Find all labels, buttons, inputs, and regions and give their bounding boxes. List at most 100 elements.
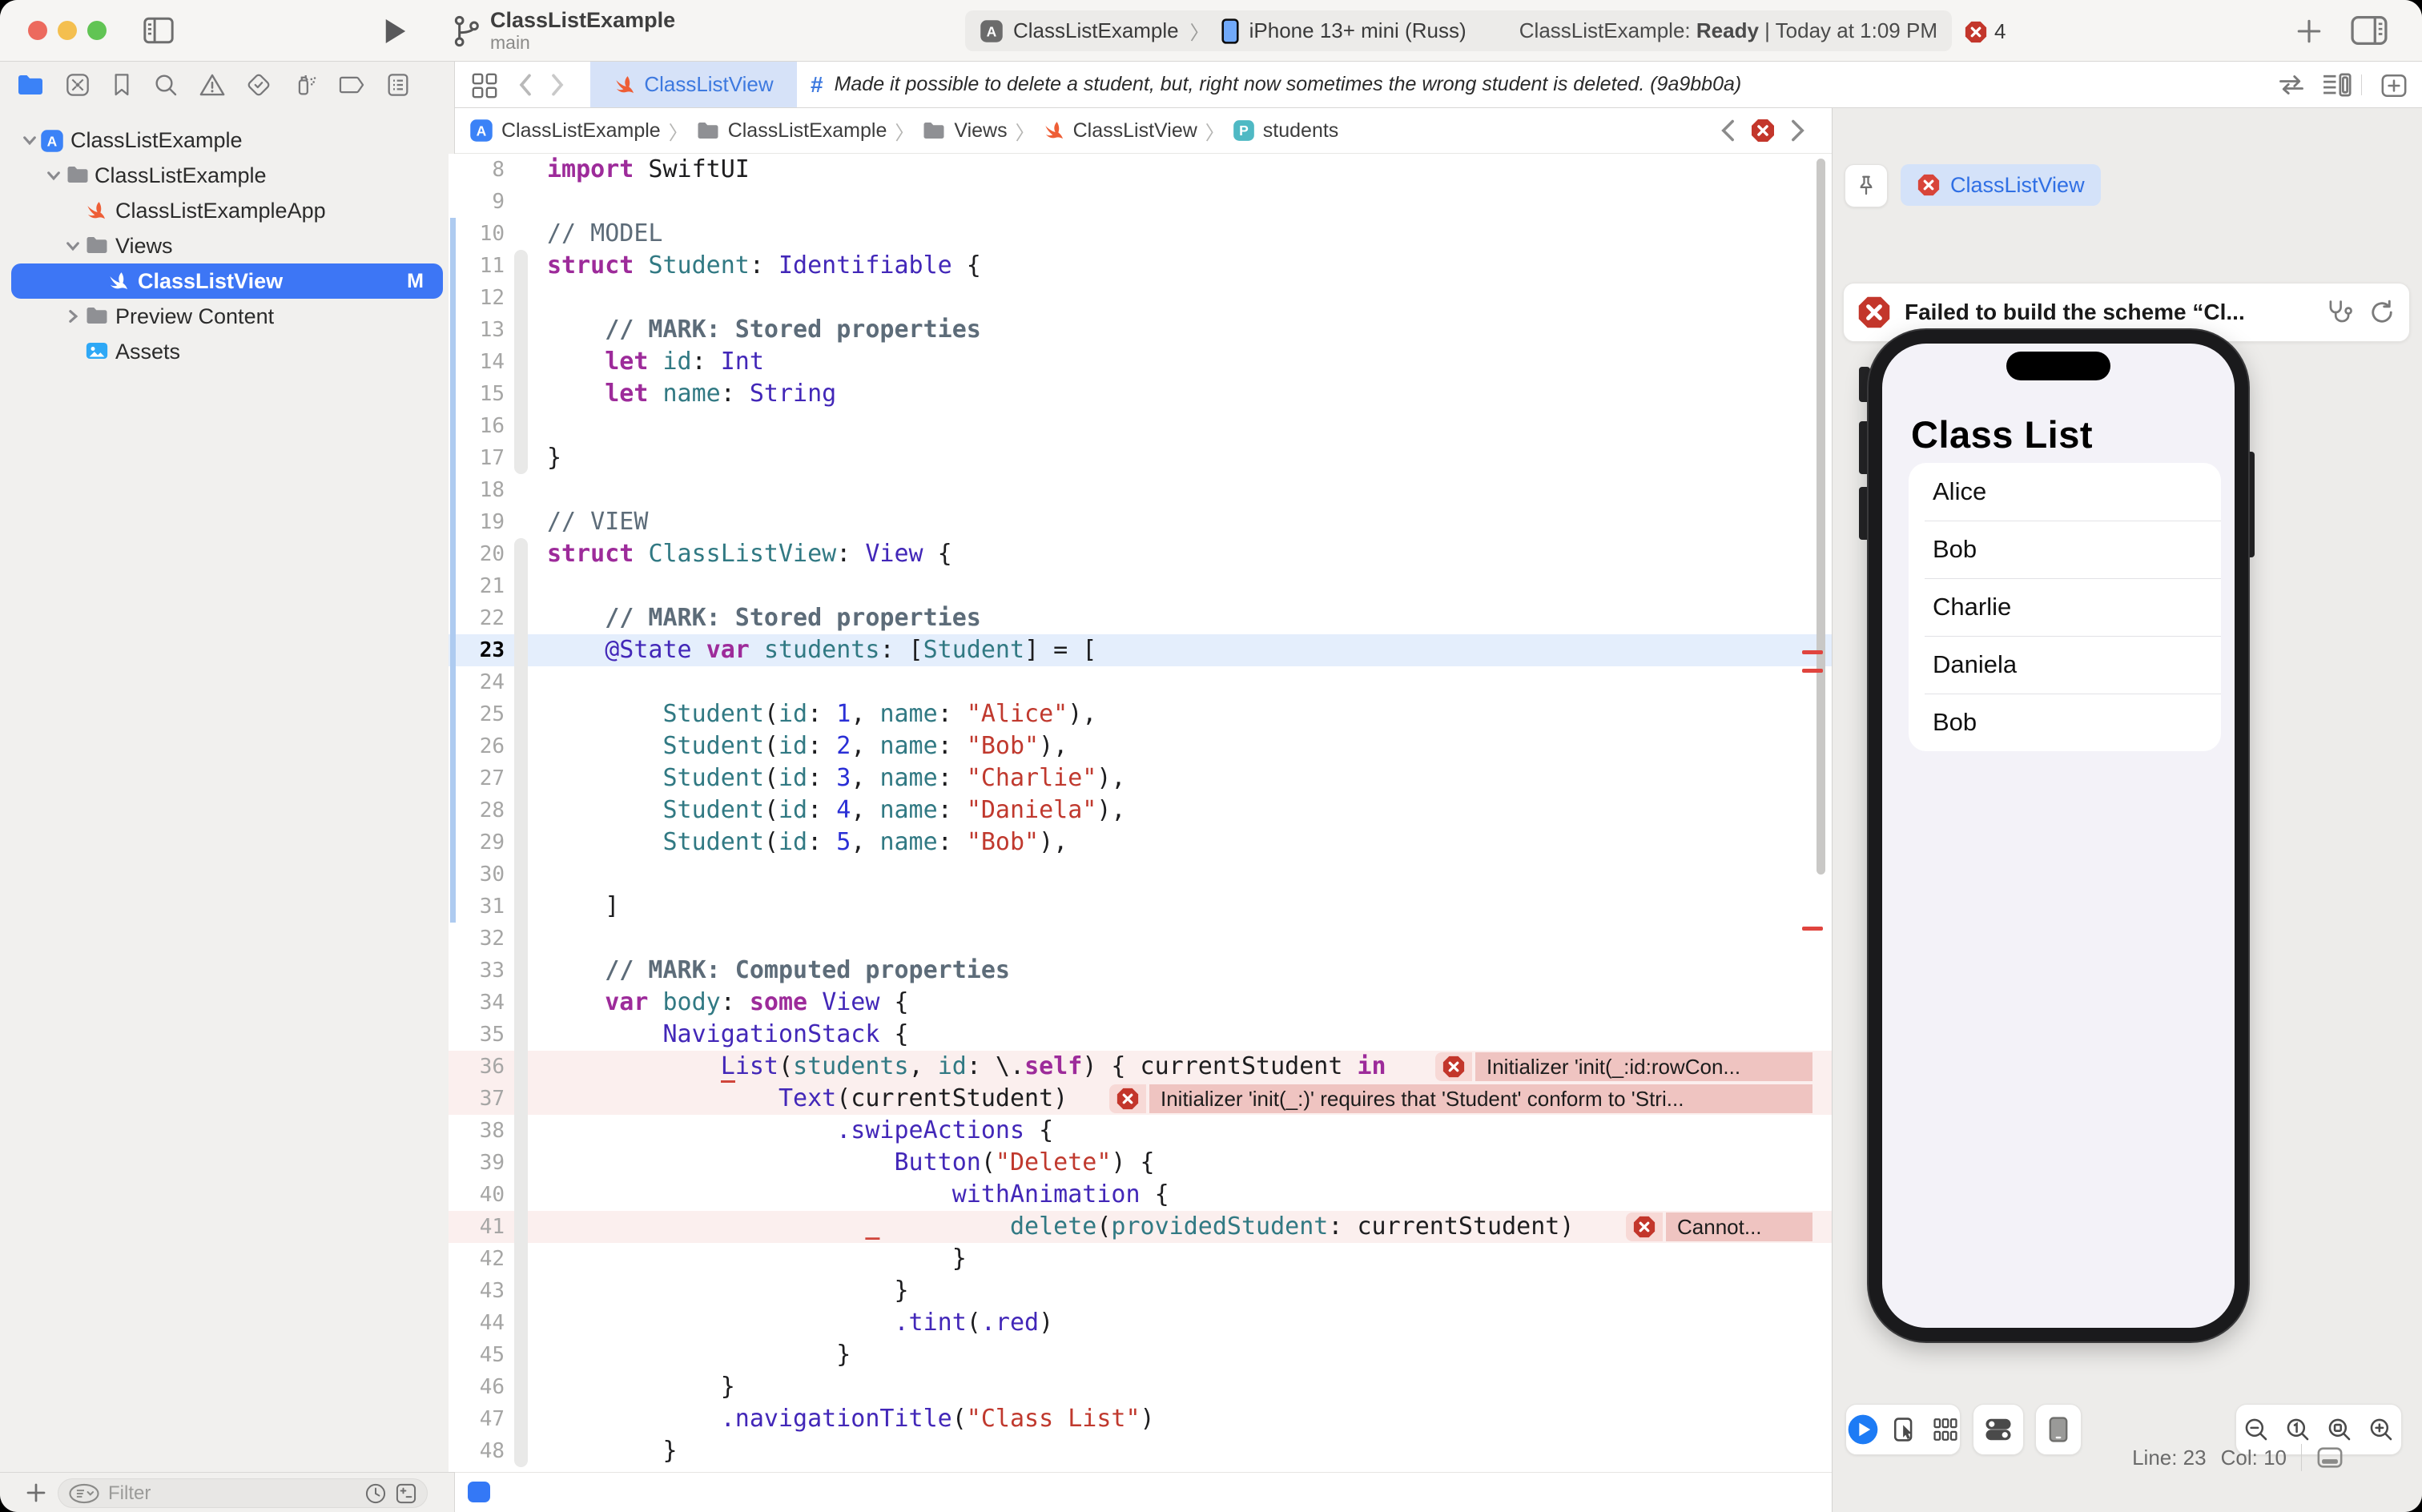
student-list-row[interactable]: Alice xyxy=(1909,463,2221,521)
code-line-41[interactable]: 41 _ delete(providedStudent: currentStud… xyxy=(449,1211,1832,1243)
code-line-24[interactable]: 24 xyxy=(449,666,1832,698)
code-fold-ribbon[interactable] xyxy=(514,1115,528,1147)
tab-classlistview[interactable]: ClassListView xyxy=(590,62,797,107)
code-line-44[interactable]: 44 .tint(.red) xyxy=(449,1307,1832,1339)
preview-list[interactable]: AliceBobCharlieDanielaBob xyxy=(1909,463,2221,751)
breakpoints-navigator-icon[interactable] xyxy=(339,74,366,96)
code-line-46[interactable]: 46 } xyxy=(449,1371,1832,1403)
code-line-27[interactable]: 27 Student(id: 3, name: "Charlie"), xyxy=(449,762,1832,794)
branch-name[interactable]: main xyxy=(490,32,675,53)
code-fold-ribbon[interactable] xyxy=(514,923,528,955)
error-count-badge[interactable]: 4 xyxy=(1964,19,2006,44)
next-issue-icon[interactable] xyxy=(1788,119,1808,143)
debug-navigator-icon[interactable] xyxy=(292,71,319,99)
code-line-31[interactable]: 31 ] xyxy=(449,891,1832,923)
code-fold-ribbon[interactable] xyxy=(514,987,528,1019)
sidebar-item-preview-content[interactable]: Preview Content xyxy=(0,299,454,334)
sidebar-item-views[interactable]: Views xyxy=(0,228,454,263)
pin-preview-button[interactable] xyxy=(1845,164,1888,207)
previous-issue-icon[interactable] xyxy=(1718,119,1737,143)
close-button[interactable] xyxy=(28,21,47,40)
sidebar-item-classlistexample[interactable]: ClassListExample xyxy=(0,158,454,193)
editor-options-button[interactable] xyxy=(468,1482,490,1502)
code-fold-ribbon[interactable] xyxy=(514,1019,528,1051)
source-control-navigator-icon[interactable] xyxy=(65,72,91,98)
selectable-mode-button[interactable] xyxy=(1892,1416,1919,1443)
code-line-22[interactable]: 22 // MARK: Stored properties xyxy=(449,602,1832,634)
code-fold-ribbon[interactable] xyxy=(514,602,528,634)
code-fold-ribbon[interactable] xyxy=(514,666,528,698)
code-fold-ribbon[interactable] xyxy=(514,314,528,346)
project-navigator-icon[interactable] xyxy=(16,73,45,97)
zoom-in-icon[interactable] xyxy=(2368,1416,2395,1443)
sidebar-toggle-icon[interactable] xyxy=(143,16,175,45)
inline-error-annotation[interactable]: Cannot... xyxy=(1626,1212,1812,1241)
code-fold-ribbon[interactable] xyxy=(514,1211,528,1243)
code-fold-ribbon[interactable] xyxy=(514,634,528,666)
code-line-43[interactable]: 43 } xyxy=(449,1275,1832,1307)
source-editor[interactable]: 8import SwiftUI910// MODEL11struct Stude… xyxy=(449,154,1832,1472)
code-fold-ribbon[interactable] xyxy=(514,891,528,923)
chevron-right-icon[interactable] xyxy=(64,308,82,325)
zoom-out-icon[interactable] xyxy=(2243,1416,2270,1443)
code-line-23[interactable]: 23 @State var students: [Student] = [ xyxy=(449,634,1832,666)
code-line-14[interactable]: 14 let id: Int xyxy=(449,346,1832,378)
code-fold-ribbon[interactable] xyxy=(514,410,528,442)
code-line-37[interactable]: 37 Text(currentStudent)Initializer 'init… xyxy=(449,1083,1832,1115)
code-fold-ribbon[interactable] xyxy=(514,1403,528,1435)
sidebar-item-classlistexampleapp[interactable]: ClassListExampleApp xyxy=(0,193,454,228)
code-line-20[interactable]: 20struct ClassListView: View { xyxy=(449,538,1832,570)
code-fold-ribbon[interactable] xyxy=(514,1051,528,1083)
breadcrumb-item[interactable]: ClassListExample xyxy=(728,119,887,143)
commit-annotation[interactable]: # Made it possible to delete a student, … xyxy=(811,62,1741,107)
find-navigator-icon[interactable] xyxy=(153,72,179,98)
code-line-18[interactable]: 18 xyxy=(449,474,1832,506)
diagnostics-icon[interactable] xyxy=(2324,297,2355,328)
scheme-status-bar[interactable]: A ClassListExample 〉 iPhone 13+ mini (Ru… xyxy=(965,10,1952,51)
inline-error-annotation[interactable]: Initializer 'init(_:id:rowCon... xyxy=(1435,1052,1812,1081)
forward-chevron-icon[interactable] xyxy=(547,73,568,97)
code-fold-ribbon[interactable] xyxy=(514,1339,528,1371)
code-line-10[interactable]: 10// MODEL xyxy=(449,218,1832,250)
live-preview-button[interactable] xyxy=(1847,1413,1879,1446)
sidebar-item-classlistexample[interactable]: AClassListExample xyxy=(0,123,454,158)
code-line-25[interactable]: 25 Student(id: 1, name: "Alice"), xyxy=(449,698,1832,730)
scm-status-filter-icon[interactable] xyxy=(395,1482,417,1505)
code-line-33[interactable]: 33 // MARK: Computed properties xyxy=(449,955,1832,987)
editor-scrollbar[interactable] xyxy=(1816,159,1825,875)
device-bezels-button[interactable] xyxy=(2035,1404,2082,1455)
chevron-down-icon[interactable] xyxy=(21,131,38,149)
zoom-button[interactable] xyxy=(87,21,107,40)
breadcrumb-item[interactable]: students xyxy=(1263,119,1339,143)
code-fold-ribbon[interactable] xyxy=(514,859,528,891)
code-line-15[interactable]: 15 let name: String xyxy=(449,378,1832,410)
code-line-48[interactable]: 48 } xyxy=(449,1435,1832,1467)
code-line-42[interactable]: 42 } xyxy=(449,1243,1832,1275)
code-line-29[interactable]: 29 Student(id: 5, name: "Bob"), xyxy=(449,826,1832,859)
swap-editors-icon[interactable] xyxy=(2277,72,2306,98)
refresh-preview-icon[interactable] xyxy=(2368,298,2396,327)
related-items-icon[interactable] xyxy=(471,72,498,99)
code-line-28[interactable]: 28 Student(id: 4, name: "Daniela"), xyxy=(449,794,1832,826)
code-line-19[interactable]: 19// VIEW xyxy=(449,506,1832,538)
code-fold-ribbon[interactable] xyxy=(514,282,528,314)
code-fold-ribbon[interactable] xyxy=(514,346,528,378)
student-list-row[interactable]: Bob xyxy=(1909,694,2221,751)
code-line-8[interactable]: 8import SwiftUI xyxy=(449,154,1832,186)
zoom-100-icon[interactable] xyxy=(2284,1416,2311,1443)
student-list-row[interactable]: Charlie xyxy=(1909,578,2221,636)
code-line-16[interactable]: 16 xyxy=(449,410,1832,442)
chevron-down-icon[interactable] xyxy=(45,167,62,184)
code-fold-ribbon[interactable] xyxy=(514,1371,528,1403)
device-settings-button[interactable] xyxy=(1973,1404,2024,1455)
tests-navigator-icon[interactable] xyxy=(246,72,272,98)
code-fold-ribbon[interactable] xyxy=(514,730,528,762)
reports-navigator-icon[interactable] xyxy=(386,72,410,98)
code-line-17[interactable]: 17} xyxy=(449,442,1832,474)
code-fold-ribbon[interactable] xyxy=(514,378,528,410)
code-fold-ribbon[interactable] xyxy=(514,698,528,730)
sidebar-item-assets[interactable]: Assets xyxy=(0,334,454,369)
sidebar-item-classlistview[interactable]: ClassListViewM xyxy=(11,263,443,299)
code-fold-ribbon[interactable] xyxy=(514,570,528,602)
chevron-down-icon[interactable] xyxy=(64,237,82,255)
